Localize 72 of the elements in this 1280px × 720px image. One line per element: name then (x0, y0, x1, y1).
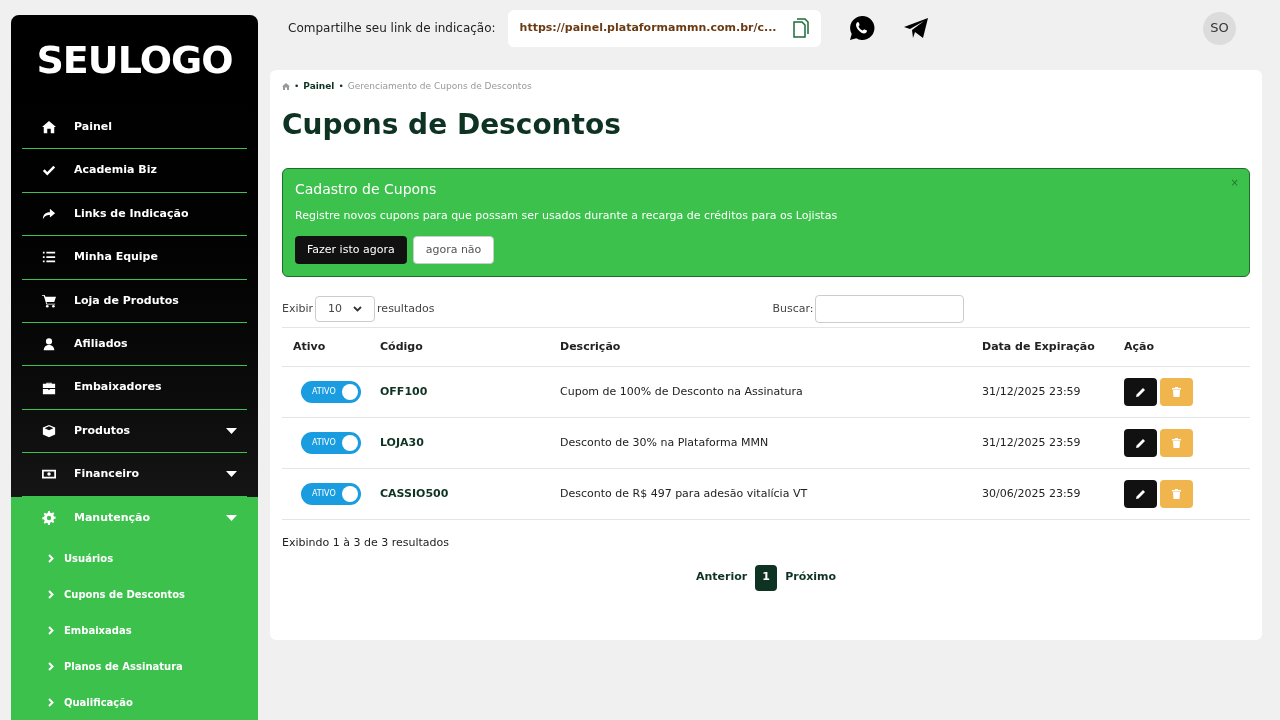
table-cell: 31/12/2025 23:59 (982, 417, 1124, 469)
list-icon (42, 250, 56, 265)
edit-button[interactable] (1124, 429, 1157, 457)
home-icon (282, 83, 290, 91)
cube-icon (42, 424, 56, 438)
column-header: Ação (1124, 327, 1250, 367)
show-label: Exibir (282, 300, 314, 317)
logo: SEULOGO (36, 37, 233, 85)
whatsapp-icon[interactable] (848, 15, 875, 41)
chevron-down-icon (353, 306, 363, 312)
column-header: Código (380, 327, 560, 367)
do-it-now-button[interactable]: Fazer isto agora (295, 236, 407, 264)
sidebar-item[interactable]: Afiliados (22, 323, 247, 367)
coupon-code: CASSIO500 (380, 468, 560, 520)
table-cell: Desconto de R$ 497 para adesão vitalícia VT (560, 468, 982, 520)
column-header: Ativo (282, 327, 380, 367)
sidebar-item[interactable]: Loja de Produtos (22, 279, 247, 324)
share-label: Compartilhe seu link de indicação: (288, 20, 496, 37)
not-now-button[interactable]: agora não (412, 236, 495, 264)
table-cell: Desconto de 30% na Plataforma MMN (560, 417, 982, 469)
sidebar-item[interactable]: Minha Equipe (22, 236, 247, 280)
link-field[interactable]: https://painel.plataformammn.com.br/c... (507, 9, 821, 47)
pencil-icon (1135, 438, 1146, 448)
avatar[interactable]: SO (1203, 11, 1236, 45)
page-size-select[interactable]: 10 (315, 296, 376, 322)
coupon-code: OFF100 (380, 366, 560, 418)
chevron-right-icon (48, 625, 54, 635)
briefcase-icon (42, 380, 56, 395)
page-title: Cupons de Descontos (282, 106, 622, 143)
page-button[interactable]: 1 (755, 564, 778, 591)
breadcrumb-separator: • (338, 80, 344, 93)
alert-title: Cadastro de Cupons (295, 179, 437, 199)
home-icon (42, 120, 56, 135)
search-label: Buscar: (772, 300, 814, 317)
table-cell: 31/12/2025 23:59 (982, 366, 1124, 418)
trash-icon (1172, 489, 1181, 499)
column-header: Descrição (560, 327, 982, 367)
pencil-icon (1135, 387, 1146, 397)
coupon-code: LOJA30 (380, 417, 560, 469)
cart-icon (42, 293, 56, 308)
column-header: Data de Expiração (982, 327, 1124, 367)
pencil-icon (1135, 489, 1146, 499)
sidebar-item[interactable]: Painel (22, 106, 247, 150)
sidebar-item[interactable]: Academia Biz (22, 149, 247, 193)
sidebar-item[interactable]: Links de Indicação (22, 192, 247, 237)
trash-icon (1172, 438, 1181, 448)
trash-icon (1172, 387, 1181, 397)
user-icon (42, 337, 56, 352)
search-field[interactable] (815, 295, 965, 323)
table-cell: Cupom de 100% de Desconto na Assinatura (560, 366, 982, 418)
breadcrumb-current: Gerenciamento de Cupons de Descontos (347, 80, 532, 93)
chevron-right-icon (48, 661, 54, 671)
previous-link[interactable]: Anterior (695, 569, 748, 586)
chevron-right-icon (48, 697, 54, 707)
breadcrumb-separator: • (294, 80, 300, 93)
sidebar-item[interactable]: Financeiro (22, 453, 247, 497)
edit-button[interactable] (1124, 378, 1157, 406)
results-label: resultados (377, 300, 435, 317)
next-link[interactable]: Próximo (785, 569, 837, 586)
settings-icon (42, 511, 56, 526)
table-cell: 30/06/2025 23:59 (982, 468, 1124, 520)
copy-icon[interactable] (792, 18, 809, 38)
check-icon (42, 163, 56, 178)
edit-button[interactable] (1124, 480, 1157, 508)
chevron-right-icon (48, 553, 54, 563)
breadcrumb-link[interactable]: Painel (303, 80, 335, 94)
paper-plane-icon[interactable] (902, 17, 929, 39)
chevron-right-icon (48, 589, 54, 599)
sidebar-item[interactable]: Produtos (22, 409, 247, 454)
alert-text: Registre novos cupons para que possam ser usados durante a recarga de créditos para os Lojistas (295, 207, 839, 224)
table-info: Exibindo 1 à 3 de 3 resultados (282, 535, 450, 551)
sidebar-item[interactable]: Embaixadores (22, 366, 247, 410)
